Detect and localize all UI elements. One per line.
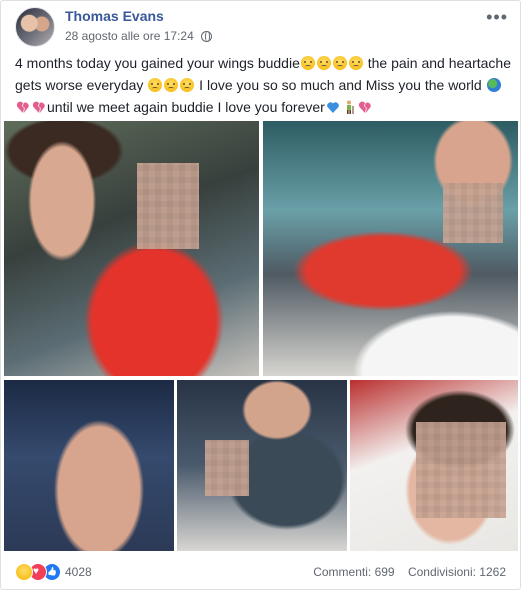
reaction-count[interactable]: 4028: [65, 565, 92, 579]
photo-grid: [4, 121, 518, 551]
earth-globe-emoji-icon: [486, 78, 501, 92]
comments-count[interactable]: Commenti: 699: [313, 565, 394, 579]
blur-overlay: [443, 183, 503, 243]
author-name[interactable]: Thomas Evans: [65, 8, 164, 24]
broken-heart-emoji-icon: [358, 101, 371, 113]
post-footer: 4028 Commenti: 699 Condivisioni: 1262: [15, 561, 506, 583]
weary-face-emoji-icon: [180, 78, 195, 92]
photo-4[interactable]: [177, 380, 347, 551]
post-meta: 28 agosto alle ore 17:24: [65, 29, 213, 43]
sad-face-emoji-icon: [348, 56, 363, 70]
broken-heart-emoji-icon: [32, 101, 45, 113]
photo-2[interactable]: [263, 121, 518, 376]
shares-count[interactable]: Condivisioni: 1262: [408, 565, 506, 579]
post-text-part-4: until we meet again buddie I love you fo…: [47, 99, 325, 115]
post-text: 4 months today you gained your wings bud…: [15, 52, 511, 118]
sad-face-emoji-icon: [332, 56, 347, 70]
post-card: Thomas Evans 28 agosto alle ore 17:24 ••…: [0, 0, 521, 590]
post-stats: Commenti: 699 Condivisioni: 1262: [303, 565, 506, 579]
avatar[interactable]: [15, 7, 55, 47]
photo-3[interactable]: [4, 380, 174, 551]
more-options-icon[interactable]: •••: [486, 7, 508, 28]
weary-face-emoji-icon: [164, 78, 179, 92]
reactions-summary[interactable]: 4028: [15, 563, 92, 581]
sad-reaction-icon: [15, 563, 33, 581]
weary-face-emoji-icon: [148, 78, 163, 92]
sad-face-emoji-icon: [316, 56, 331, 70]
blur-overlay: [416, 422, 506, 518]
blue-heart-emoji-icon: [327, 102, 339, 113]
blur-overlay: [205, 440, 249, 496]
blur-overlay: [137, 163, 199, 249]
sad-face-emoji-icon: [300, 56, 315, 70]
broken-heart-emoji-icon: [16, 101, 29, 113]
post-timestamp[interactable]: 28 agosto alle ore 17:24: [65, 29, 194, 43]
globe-icon[interactable]: [201, 31, 213, 42]
post-text-part-3: I love you so so much and Miss you the w…: [195, 77, 486, 93]
person-with-cane-emoji-icon: [346, 100, 354, 114]
post-header: Thomas Evans 28 agosto alle ore 17:24 ••…: [15, 7, 510, 47]
photo-5[interactable]: [350, 380, 518, 551]
photo-1[interactable]: [4, 121, 259, 376]
post-text-part-1: 4 months today you gained your wings bud…: [15, 55, 300, 71]
